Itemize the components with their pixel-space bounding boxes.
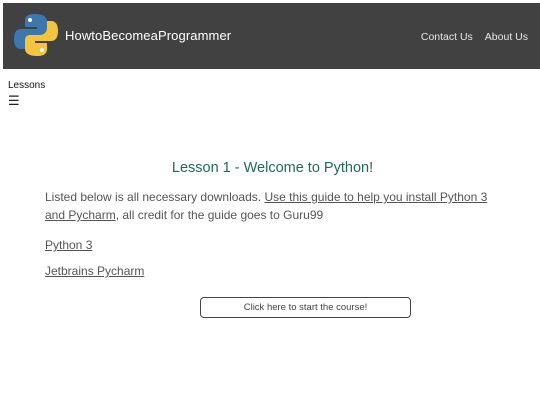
description-text: Listed below is all necessary downloads. <box>45 190 265 204</box>
brand-link[interactable]: HowtoBecomeaProgrammer <box>65 28 231 43</box>
lesson-description: Listed below is all necessary downloads.… <box>45 188 500 224</box>
nav-links: Contact Us About Us <box>421 31 528 43</box>
hamburger-menu-icon[interactable]: ☰ <box>8 94 20 107</box>
lessons-label: Lessons <box>8 80 46 91</box>
top-navbar: HowtoBecomeaProgrammer Contact Us About … <box>3 3 540 69</box>
nav-contact-us[interactable]: Contact Us <box>421 31 473 43</box>
lesson-title: Lesson 1 - Welcome to Python! <box>171 160 374 176</box>
description-credit: , all credit for the guide goes to Guru9… <box>115 208 324 222</box>
start-course-button[interactable]: Click here to start the course! <box>200 297 411 318</box>
lesson-content: Lesson 1 - Welcome to Python! Listed bel… <box>45 160 500 278</box>
nav-about-us[interactable]: About Us <box>485 31 528 43</box>
python-logo-icon[interactable] <box>13 12 59 58</box>
python3-download-link[interactable]: Python 3 <box>45 238 500 252</box>
pycharm-download-link[interactable]: Jetbrains Pycharm <box>45 264 500 278</box>
